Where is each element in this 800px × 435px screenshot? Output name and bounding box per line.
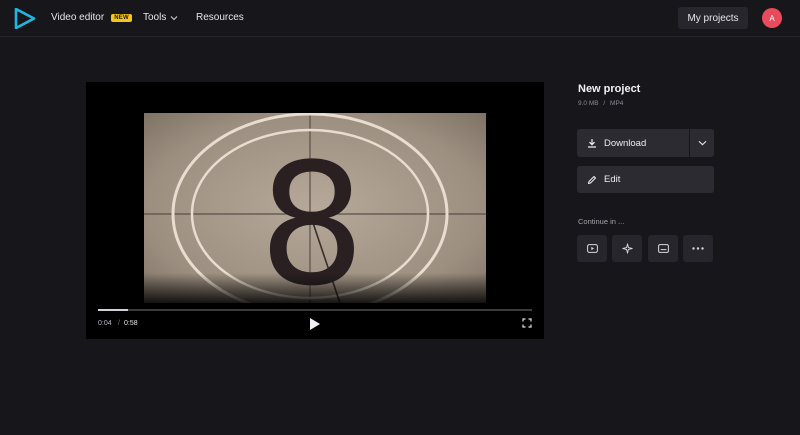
fullscreen-icon[interactable] (522, 318, 532, 328)
project-meta-separator: / (603, 100, 606, 107)
download-button-group: Download (577, 129, 714, 157)
continue-in-label: Continue in ... (578, 217, 625, 226)
sparkle-icon (621, 243, 633, 254)
download-button[interactable]: Download (577, 129, 689, 157)
total-time: 0:58 (124, 320, 138, 327)
project-size: 9.0 MB (578, 100, 599, 107)
more-icon (692, 247, 704, 250)
video-player[interactable]: 8 0:04 / 0:58 (86, 82, 544, 339)
project-meta: 9.0 MB / MP4 (578, 100, 626, 107)
youtube-icon (586, 244, 598, 253)
continue-subtitles-button[interactable] (648, 235, 678, 262)
chevron-down-icon (698, 140, 706, 146)
video-frame: 8 (144, 113, 486, 303)
project-title: New project (578, 83, 641, 95)
subtitles-icon (657, 244, 669, 253)
project-format: MP4 (610, 100, 624, 107)
nav-resources-label: Resources (196, 12, 244, 23)
my-projects-button[interactable]: My projects (678, 7, 748, 29)
pencil-icon (587, 175, 597, 184)
download-icon (588, 139, 596, 148)
download-label: Download (604, 137, 647, 149)
new-badge: NEW (111, 13, 132, 22)
top-bar: Video editor NEW Tools Resources My proj… (0, 0, 800, 37)
continue-more-button[interactable] (683, 235, 713, 262)
logo-icon[interactable] (14, 8, 36, 29)
download-options-toggle[interactable] (690, 129, 714, 157)
progress-fill (98, 309, 128, 311)
current-time: 0:04 (98, 320, 112, 327)
progress-bar[interactable] (98, 309, 532, 311)
play-icon[interactable] (309, 317, 321, 331)
nav-video-editor[interactable]: Video editor NEW (51, 12, 132, 23)
nav-tools-label: Tools (143, 12, 167, 23)
continue-youtube-button[interactable] (577, 235, 607, 262)
time-separator: / (118, 320, 120, 327)
nav-tools[interactable]: Tools (143, 12, 178, 23)
edit-label: Edit (604, 174, 621, 185)
chevron-down-icon (170, 15, 178, 20)
nav-video-editor-label: Video editor (51, 12, 105, 23)
continue-ai-button[interactable] (612, 235, 642, 262)
avatar[interactable]: A (762, 8, 782, 28)
nav-resources[interactable]: Resources (196, 12, 244, 23)
edit-button[interactable]: Edit (577, 166, 714, 193)
